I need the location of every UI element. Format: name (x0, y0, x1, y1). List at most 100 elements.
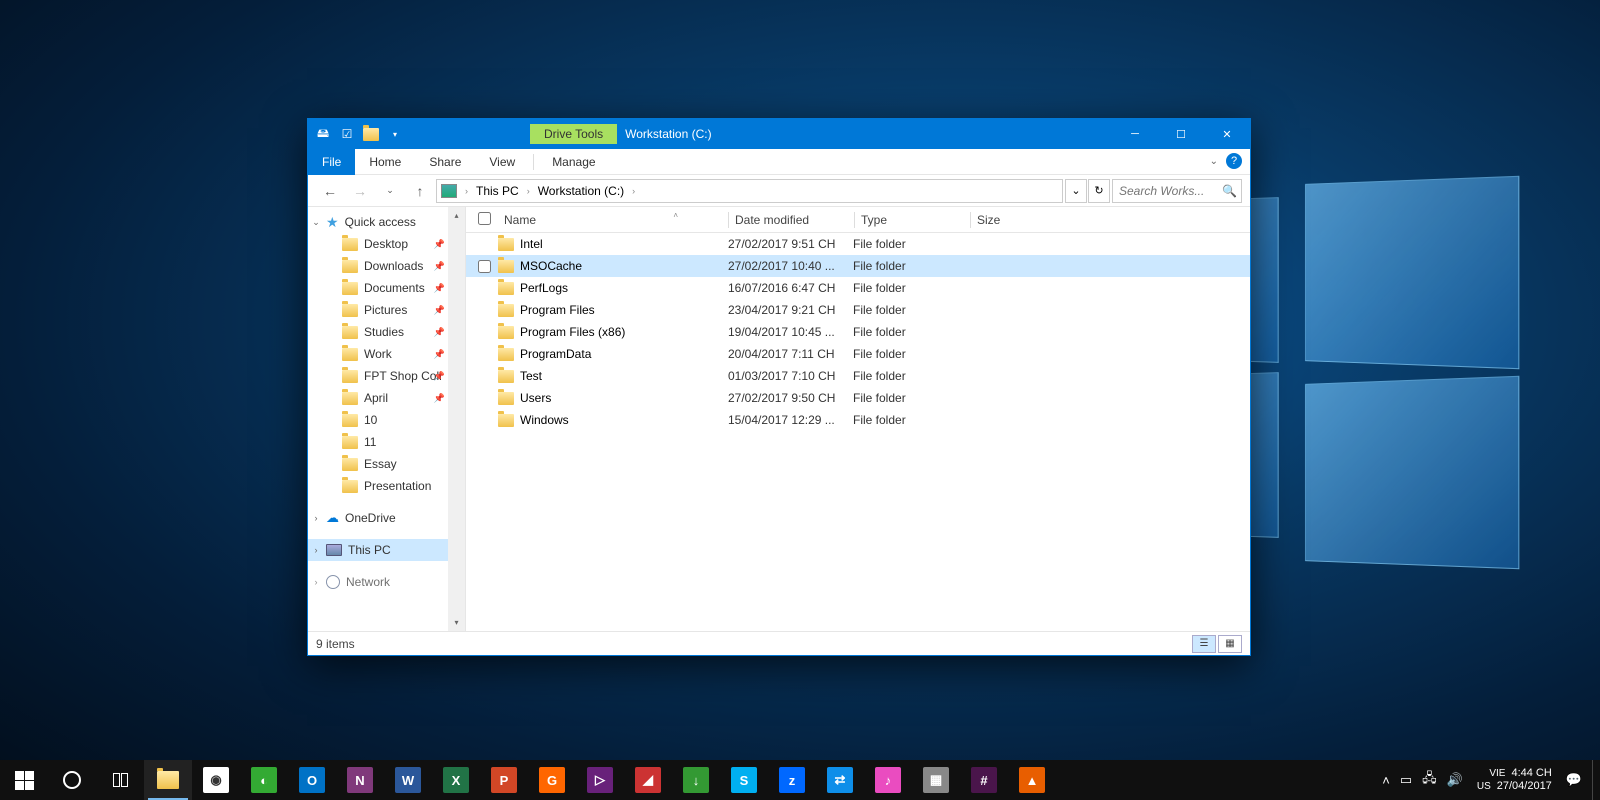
taskbar-coccoc[interactable]: ◐ (240, 760, 288, 800)
taskbar-outlook[interactable]: O (288, 760, 336, 800)
details-view-button[interactable]: ☰ (1192, 635, 1216, 653)
column-date[interactable]: Date modified (729, 213, 854, 227)
taskbar-clock[interactable]: VIE4:44 CH US27/04/2017 (1473, 767, 1556, 793)
nav-item-10[interactable]: 10 (308, 409, 465, 431)
scroll-down-icon[interactable]: ▾ (448, 614, 465, 631)
back-button[interactable]: ← (316, 178, 344, 204)
column-type[interactable]: Type (855, 213, 970, 227)
task-view-button[interactable] (96, 760, 144, 800)
taskbar-chrome[interactable]: ◉ (192, 760, 240, 800)
close-button[interactable]: ✕ (1204, 119, 1250, 149)
ribbon-expand-icon[interactable]: ⌄ (1210, 156, 1218, 167)
file-list[interactable]: Intel27/02/2017 9:51 CHFile folderMSOCac… (466, 233, 1250, 631)
taskbar-file-explorer[interactable] (144, 760, 192, 800)
qat-dropdown-icon[interactable]: ▾ (386, 125, 404, 143)
taskbar-word[interactable]: W (384, 760, 432, 800)
qat-newfolder-icon[interactable] (362, 125, 380, 143)
recent-dropdown[interactable]: ⌄ (376, 178, 404, 204)
home-tab[interactable]: Home (355, 149, 415, 175)
contextual-tab-drive-tools[interactable]: Drive Tools (530, 124, 617, 144)
file-row[interactable]: PerfLogs16/07/2016 6:47 CHFile folder (466, 277, 1250, 299)
nav-item-work[interactable]: Work📌 (308, 343, 465, 365)
titlebar[interactable]: 🖴 ☑ ▾ Drive Tools Workstation (C:) ─ ☐ ✕ (308, 119, 1250, 149)
nav-item-april[interactable]: April📌 (308, 387, 465, 409)
search-box[interactable]: 🔍 (1112, 179, 1242, 203)
nav-item-pictures[interactable]: Pictures📌 (308, 299, 465, 321)
up-button[interactable]: ↑ (406, 178, 434, 204)
manage-tab[interactable]: Manage (538, 149, 609, 175)
minimize-button[interactable]: ─ (1112, 119, 1158, 149)
nav-item-11[interactable]: 11 (308, 431, 465, 453)
desktop[interactable]: 🖴 ☑ ▾ Drive Tools Workstation (C:) ─ ☐ ✕… (0, 0, 1600, 800)
qat-properties-icon[interactable]: ☑ (338, 125, 356, 143)
maximize-button[interactable]: ☐ (1158, 119, 1204, 149)
help-icon[interactable]: ? (1226, 153, 1242, 169)
scroll-up-icon[interactable]: ▴ (448, 207, 465, 224)
file-row[interactable]: Windows15/04/2017 12:29 ...File folder (466, 409, 1250, 431)
nav-item-studies[interactable]: Studies📌 (308, 321, 465, 343)
start-button[interactable] (0, 760, 48, 800)
column-size[interactable]: Size (971, 213, 1041, 227)
battery-icon[interactable]: ▭ (1400, 772, 1412, 788)
expand-icon[interactable]: › (310, 513, 322, 523)
address-dropdown-button[interactable]: ⌄ (1065, 179, 1087, 203)
file-tab[interactable]: File (308, 149, 355, 175)
nav-item-desktop[interactable]: Desktop📌 (308, 233, 465, 255)
nav-quick-access[interactable]: ⌄ ★ Quick access (308, 211, 465, 233)
file-row[interactable]: Program Files23/04/2017 9:21 CHFile fold… (466, 299, 1250, 321)
nav-scrollbar[interactable]: ▴ ▾ (448, 207, 465, 631)
taskbar-idm[interactable]: ↓ (672, 760, 720, 800)
taskbar-powerpoint[interactable]: P (480, 760, 528, 800)
file-row[interactable]: Program Files (x86)19/04/2017 10:45 ...F… (466, 321, 1250, 343)
collapse-icon[interactable]: ⌄ (310, 217, 322, 228)
icons-view-button[interactable]: ▦ (1218, 635, 1242, 653)
taskbar-teamviewer[interactable]: ⇄ (816, 760, 864, 800)
taskbar-itunes[interactable]: ♪ (864, 760, 912, 800)
file-row[interactable]: MSOCache27/02/2017 10:40 ...File folder (466, 255, 1250, 277)
breadcrumb-drive[interactable]: Workstation (C:) (536, 184, 626, 198)
file-row[interactable]: Intel27/02/2017 9:51 CHFile folder (466, 233, 1250, 255)
nav-item-documents[interactable]: Documents📌 (308, 277, 465, 299)
expand-icon[interactable]: › (310, 545, 322, 555)
tray-overflow-icon[interactable]: ˄ (1382, 773, 1390, 788)
expand-icon[interactable]: › (310, 577, 322, 587)
navigation-pane[interactable]: ⌄ ★ Quick access Desktop📌Downloads📌Docum… (308, 207, 466, 631)
nav-item-fpt-shop-coll[interactable]: FPT Shop Coll📌 (308, 365, 465, 387)
network-icon[interactable]: 🖧 (1422, 769, 1437, 791)
forward-button[interactable]: → (346, 178, 374, 204)
nav-item-downloads[interactable]: Downloads📌 (308, 255, 465, 277)
file-row[interactable]: Test01/03/2017 7:10 CHFile folder (466, 365, 1250, 387)
volume-icon[interactable]: 🔊 (1447, 772, 1463, 788)
action-center-icon[interactable]: 💬 (1566, 772, 1582, 788)
taskbar-excel[interactable]: X (432, 760, 480, 800)
taskbar-onenote[interactable]: N (336, 760, 384, 800)
view-tab[interactable]: View (475, 149, 529, 175)
breadcrumb-thispc[interactable]: This PC (474, 184, 521, 198)
nav-network[interactable]: › Network (308, 571, 465, 593)
column-name[interactable]: Name˄ (498, 213, 728, 227)
select-all-checkbox[interactable] (478, 212, 491, 225)
cortana-button[interactable] (48, 760, 96, 800)
taskbar-app2[interactable]: ▦ (912, 760, 960, 800)
taskbar-vlc[interactable]: ▲ (1008, 760, 1056, 800)
show-desktop-button[interactable] (1592, 760, 1600, 800)
nav-this-pc[interactable]: › This PC (308, 539, 465, 561)
taskbar-slack[interactable]: # (960, 760, 1008, 800)
refresh-button[interactable]: ↻ (1088, 179, 1110, 203)
address-bar[interactable]: › This PC › Workstation (C:) › (436, 179, 1063, 203)
taskbar-app1[interactable]: ◢ (624, 760, 672, 800)
chevron-right-icon[interactable]: › (630, 186, 637, 196)
taskbar-foxit[interactable]: G (528, 760, 576, 800)
chevron-right-icon[interactable]: › (525, 186, 532, 196)
taskbar-visualstudio[interactable]: ▷ (576, 760, 624, 800)
nav-item-essay[interactable]: Essay (308, 453, 465, 475)
share-tab[interactable]: Share (415, 149, 475, 175)
file-row[interactable]: Users27/02/2017 9:50 CHFile folder (466, 387, 1250, 409)
search-icon[interactable]: 🔍 (1222, 184, 1237, 198)
chevron-right-icon[interactable]: › (463, 186, 470, 196)
taskbar-skype[interactable]: S (720, 760, 768, 800)
nav-item-presentation[interactable]: Presentation (308, 475, 465, 497)
taskbar-zalo[interactable]: z (768, 760, 816, 800)
file-row[interactable]: ProgramData20/04/2017 7:11 CHFile folder (466, 343, 1250, 365)
row-checkbox[interactable] (478, 260, 491, 273)
